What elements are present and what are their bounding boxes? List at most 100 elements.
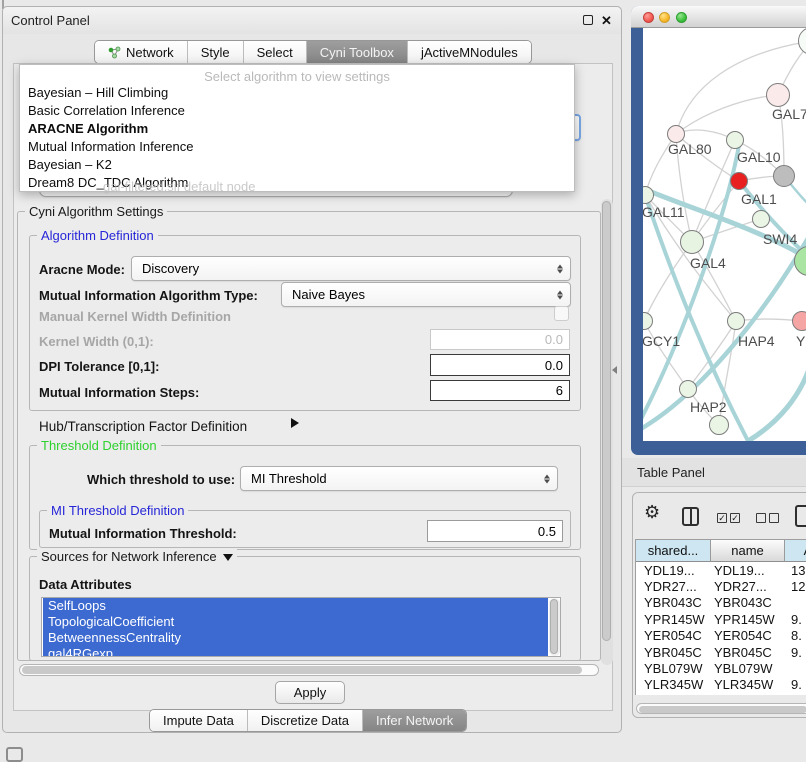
table-row[interactable]: YBR045CYBR045C9. [636, 644, 806, 660]
attribute-item-selfloops[interactable]: SelfLoops [43, 598, 548, 614]
close-icon[interactable]: ✕ [601, 14, 612, 27]
tab-impute-data[interactable]: Impute Data [150, 710, 248, 731]
attribute-item-betweennesscentrality[interactable]: BetweennessCentrality [43, 630, 548, 646]
checked-box-icon[interactable]: ✓ [730, 513, 740, 523]
network-node-swi4[interactable] [752, 210, 770, 228]
kernel-width-field[interactable]: 0.0 [430, 329, 570, 350]
network-node-gal10[interactable] [726, 131, 744, 149]
manual-kernel-checkbox[interactable] [554, 306, 569, 321]
apply-button[interactable]: Apply [275, 681, 345, 704]
aracne-mode-select[interactable]: Discovery [131, 256, 571, 281]
network-window-titlebar[interactable] [631, 6, 806, 28]
settings-scrollbar-thumb[interactable] [602, 201, 611, 641]
tab-network[interactable]: Network [95, 41, 188, 63]
mi-threshold-field[interactable]: 0.5 [427, 520, 563, 542]
table-cell[interactable]: 9. [785, 645, 806, 660]
table-cell[interactable]: YPR145W [636, 612, 711, 627]
close-traffic-light[interactable] [643, 12, 654, 23]
expand-right-icon[interactable] [291, 418, 299, 428]
unchecked-box-icon[interactable] [769, 513, 779, 523]
table-cell[interactable]: YDR27... [711, 579, 785, 594]
panel-divider-handle[interactable] [612, 366, 617, 374]
algorithm-option-bayesian-hill-climbing[interactable]: Bayesian – Hill Climbing [20, 84, 574, 102]
table-cell[interactable]: YBL079W [636, 661, 711, 676]
table-cell[interactable]: 9. [785, 612, 806, 627]
sources-title[interactable]: Sources for Network Inference [37, 549, 237, 564]
settings-horizontal-scrollbar[interactable] [19, 664, 599, 676]
table-cell[interactable]: 9. [785, 677, 806, 692]
gear-icon[interactable]: ⚙ [644, 502, 660, 523]
table-cell[interactable]: YDL19... [711, 563, 785, 578]
table-cell[interactable]: YDR27... [636, 579, 711, 594]
column-header-shared[interactable]: shared... [636, 540, 711, 562]
table-cell[interactable]: 12 [785, 579, 806, 594]
network-node-hap4[interactable] [727, 312, 745, 330]
network-node-gal4[interactable] [680, 230, 704, 254]
attribute-item-gal4rgexp[interactable]: gal4RGexp [43, 646, 548, 657]
table-hscrollbar-thumb[interactable] [639, 706, 806, 713]
table-cell[interactable]: YLR345W [636, 677, 711, 692]
minimize-traffic-light[interactable] [659, 12, 670, 23]
algorithm-option-basic-correlation-inference[interactable]: Basic Correlation Inference [20, 102, 574, 120]
network-node-y[interactable] [792, 311, 806, 331]
table-row[interactable]: YDL19...YDL19...13 [636, 562, 806, 578]
split-columns-icon[interactable] [682, 507, 699, 526]
table-row[interactable]: YDR27...YDR27...12 [636, 578, 806, 594]
network-canvas[interactable]: GAL7GAL80GAL10GAL1GAL11SWI4GAL4GCY1HAP4Y… [643, 28, 806, 441]
settings-vertical-scrollbar[interactable] [601, 199, 613, 665]
table-cell[interactable]: YBR043C [636, 595, 711, 610]
table-cell[interactable]: YER054C [636, 628, 711, 643]
network-node-hap2[interactable] [679, 380, 697, 398]
network-node-gal7[interactable] [766, 83, 790, 107]
dpi-tolerance-field[interactable]: 0.0 [430, 354, 570, 376]
table-cell[interactable]: 8. [785, 628, 806, 643]
hub-section-label[interactable]: Hub/Transcription Factor Definition [39, 419, 247, 434]
checked-box-icon[interactable]: ✓ [717, 513, 727, 523]
table-cell[interactable]: YBR045C [711, 645, 785, 660]
network-node[interactable] [773, 165, 795, 187]
algorithm-option-mutual-information-inference[interactable]: Mutual Information Inference [20, 138, 574, 156]
table-cell[interactable]: 9. [785, 694, 806, 695]
table-cell[interactable]: YBR045C [636, 645, 711, 660]
tab-style[interactable]: Style [188, 41, 244, 63]
table-row[interactable]: YLR345WYLR345W 9. [636, 677, 806, 693]
table-cell[interactable]: YIL052C [636, 694, 711, 695]
table-row[interactable]: YBR043CYBR043C [636, 595, 806, 611]
mi-steps-field[interactable]: 6 [430, 380, 570, 401]
tab-infer-network[interactable]: Infer Network [363, 710, 466, 731]
table-row[interactable]: YPR145WYPR145W9. [636, 611, 806, 627]
column-header-a[interactable]: A [785, 540, 806, 562]
attributes-scrollbar-thumb[interactable] [550, 599, 558, 654]
table-cell[interactable]: YIL052C [711, 694, 785, 695]
docked-panel-icon[interactable] [6, 747, 23, 762]
which-threshold-select[interactable]: MI Threshold [240, 466, 558, 491]
tab-jactivemnodules[interactable]: jActiveMNodules [408, 41, 531, 63]
tab-select[interactable]: Select [244, 41, 307, 63]
table-cell[interactable]: YER054C [711, 628, 785, 643]
attribute-item-topologicalcoefficient[interactable]: TopologicalCoefficient [43, 614, 548, 630]
table-cell[interactable]: YLR345W [711, 677, 785, 692]
algorithm-option-bayesian-k2[interactable]: Bayesian – K2 [20, 156, 574, 174]
zoom-traffic-light[interactable] [676, 12, 687, 23]
table-cell[interactable]: 13 [785, 563, 806, 578]
settings-hscrollbar-thumb[interactable] [22, 666, 582, 674]
tab-cyni-toolbox[interactable]: Cyni Toolbox [307, 41, 408, 63]
table-row[interactable]: YIL052CYIL052C9. [636, 693, 806, 695]
algorithm-option-aracne-algorithm[interactable]: ARACNE Algorithm [20, 120, 574, 138]
tab-discretize-data[interactable]: Discretize Data [248, 710, 363, 731]
table-horizontal-scrollbar[interactable] [636, 703, 806, 714]
table-row[interactable]: YER054CYER054C8. [636, 628, 806, 644]
table-cell[interactable]: YBL079W [711, 661, 785, 676]
column-header-name[interactable]: name [711, 540, 785, 562]
table-cell[interactable]: YDL19... [636, 563, 711, 578]
network-node[interactable] [709, 415, 729, 435]
document-icon[interactable] [795, 505, 806, 527]
network-node-gal1[interactable] [730, 172, 748, 190]
mi-type-select[interactable]: Naive Bayes [281, 282, 571, 307]
attributes-scrollbar[interactable] [549, 598, 560, 656]
table-row[interactable]: YBL079WYBL079W [636, 660, 806, 676]
float-window-icon[interactable] [583, 15, 593, 25]
unchecked-box-icon[interactable] [756, 513, 766, 523]
table-cell[interactable]: YBR043C [711, 595, 785, 610]
table-cell[interactable]: YPR145W [711, 612, 785, 627]
